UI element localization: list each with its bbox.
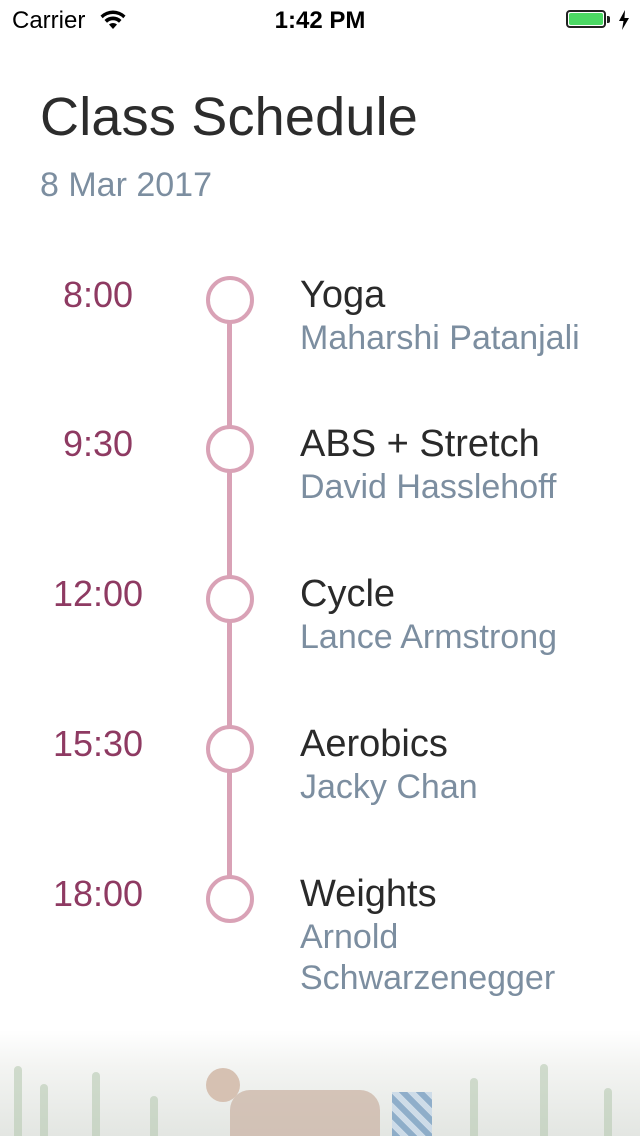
instructor-name: Lance Armstrong (300, 618, 558, 656)
class-name: Weights (300, 873, 437, 915)
timeline-node-icon (206, 276, 254, 324)
class-name: Cycle (300, 573, 396, 615)
charging-bolt-icon (619, 10, 629, 30)
class-name: Aerobics (300, 723, 448, 765)
schedule-entry-abs-stretch[interactable]: 9:30 ABS + Stretch David Hasslehoff (0, 423, 640, 573)
status-time: 1:42 PM (274, 7, 366, 34)
instructor-name: David Hasslehoff (300, 468, 557, 506)
class-time: 12:00 (52, 573, 144, 614)
timeline-node-icon (206, 575, 254, 623)
class-time: 15:30 (52, 723, 144, 764)
schedule-entry-aerobics[interactable]: 15:30 Aerobics Jacky Chan (0, 723, 640, 873)
instructor-name: Jacky Chan (300, 768, 478, 806)
schedule-entry-cycle[interactable]: 12:00 Cycle Lance Armstrong (0, 573, 640, 723)
battery-icon (566, 10, 612, 30)
class-time: 9:30 (62, 423, 134, 464)
class-name: ABS + Stretch (300, 423, 540, 465)
class-time: 18:00 (52, 873, 144, 914)
schedule-date: 8 Mar 2017 (40, 166, 212, 204)
instructor-name: Maharshi Patanjali (300, 319, 580, 357)
timeline-node-icon (206, 725, 254, 773)
schedule-entry-yoga[interactable]: 8:00 Yoga Maharshi Patanjali (0, 274, 640, 424)
timeline-node-icon (206, 875, 254, 923)
schedule-entry-weights[interactable]: 18:00 Weights Arnold Schwarzenegger (0, 873, 640, 1023)
status-bar: Carrier 1:42 PM (0, 0, 640, 40)
page-title: Class Schedule (40, 87, 419, 147)
background-photo (0, 1030, 640, 1136)
timeline-node-icon (206, 425, 254, 473)
class-time: 8:00 (62, 274, 134, 315)
class-name: Yoga (300, 274, 386, 316)
instructor-name: Arnold Schwarzenegger (300, 918, 556, 997)
